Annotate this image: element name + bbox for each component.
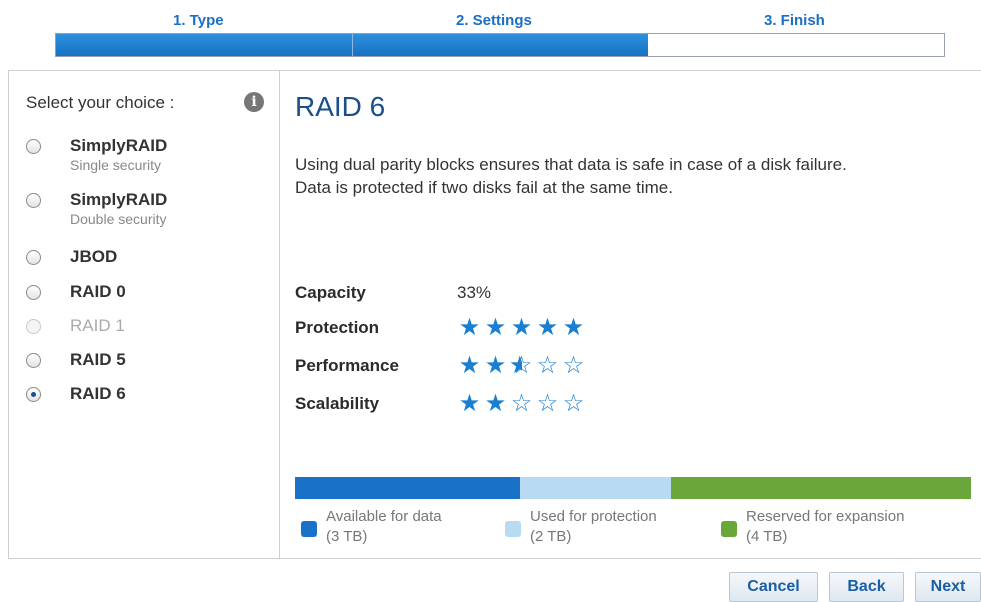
description-line-1: Using dual parity blocks ensures that da… [295, 155, 847, 174]
select-choice-label: Select your choice : [26, 93, 175, 112]
radio-button[interactable] [26, 139, 41, 154]
raid-title: RAID 6 [295, 91, 386, 122]
option-jbod[interactable]: JBOD [26, 247, 266, 278]
progress-divider [352, 34, 353, 56]
option-label: SimplyRAID [70, 190, 168, 209]
raid-choice-sidebar: Select your choice : i SimplyRAID Single… [9, 71, 280, 558]
option-raid-5[interactable]: RAID 5 [26, 350, 266, 381]
radio-button[interactable] [26, 193, 41, 208]
wizard-progress-bar [55, 33, 945, 57]
back-button[interactable]: Back [829, 572, 904, 602]
star-full-icon: ★ [484, 352, 508, 379]
cancel-button[interactable]: Cancel [729, 572, 818, 602]
capacity-value: 33% [457, 283, 492, 302]
star-empty-icon: ☆ [536, 352, 560, 379]
option-simplyraid-single[interactable]: SimplyRAID Single security [26, 136, 266, 173]
star-empty-icon: ☆ [562, 390, 586, 417]
next-button[interactable]: Next [915, 572, 981, 602]
star-full-icon: ★ [458, 390, 482, 417]
performance-rating: ★ ★ ☆ ★ ☆ ☆ [457, 354, 587, 378]
legend-available-label: Available for data [326, 508, 442, 525]
star-full-icon: ★ [562, 314, 586, 341]
available-swatch [301, 521, 317, 537]
option-label: RAID 0 [70, 282, 126, 301]
radio-button [26, 319, 41, 334]
star-full-icon: ★ [484, 314, 508, 341]
option-sublabel: Single security [70, 157, 162, 173]
reserved-segment [670, 477, 971, 499]
radio-button[interactable] [26, 285, 41, 300]
scalability-label: Scalability [295, 394, 380, 413]
legend-reserved-label: Reserved for expansion [746, 508, 905, 525]
option-raid-1: RAID 1 [26, 316, 266, 347]
star-full-icon: ★ [458, 352, 482, 379]
available-segment [295, 477, 521, 499]
protection-label: Protection [295, 318, 380, 337]
raid-description: Using dual parity blocks ensures that da… [295, 153, 945, 199]
radio-button[interactable] [26, 250, 41, 265]
star-empty-icon: ☆ [536, 390, 560, 417]
option-label: JBOD [70, 247, 118, 266]
option-label: RAID 1 [70, 316, 125, 335]
legend-available-size: (3 TB) [326, 528, 368, 545]
legend-protection-label: Used for protection [530, 508, 657, 525]
legend-protection-size: (2 TB) [530, 528, 572, 545]
radio-button[interactable] [26, 353, 41, 368]
step-type-label: 1. Type [173, 12, 224, 29]
scalability-rating: ★ ★ ☆ ☆ ☆ [457, 392, 587, 416]
star-empty-icon: ☆ [510, 390, 534, 417]
raid-detail-pane: RAID 6 Using dual parity blocks ensures … [280, 71, 980, 558]
storage-legend: Available for data (3 TB) Used for prote… [295, 507, 971, 552]
option-sublabel: Double security [70, 211, 167, 227]
star-full-icon: ★ [536, 314, 560, 341]
capacity-label: Capacity [295, 283, 366, 302]
protection-rating: ★ ★ ★ ★ ★ [457, 316, 587, 340]
star-half-icon: ☆ ★ [509, 352, 534, 379]
storage-allocation-bar [295, 477, 971, 499]
option-raid-6[interactable]: RAID 6 [26, 384, 266, 415]
legend-reserved-size: (4 TB) [746, 528, 788, 545]
reserved-swatch [721, 521, 737, 537]
option-raid-0[interactable]: RAID 0 [26, 282, 266, 313]
step-finish-label: 3. Finish [764, 12, 825, 29]
option-simplyraid-double[interactable]: SimplyRAID Double security [26, 190, 266, 227]
option-label: SimplyRAID [70, 136, 168, 155]
star-half-fill: ★ [509, 354, 522, 378]
star-full-icon: ★ [510, 314, 534, 341]
option-label: RAID 5 [70, 350, 126, 369]
star-full-icon: ★ [458, 314, 482, 341]
protection-segment [520, 477, 671, 499]
step-settings-label: 2. Settings [456, 12, 532, 29]
raid-config-panel: Select your choice : i SimplyRAID Single… [8, 70, 981, 559]
description-line-2: Data is protected if two disks fail at t… [295, 178, 673, 197]
option-label: RAID 6 [70, 384, 126, 403]
info-icon[interactable]: i [244, 92, 264, 112]
wizard-steps: 1. Type 2. Settings 3. Finish [0, 0, 981, 70]
protection-swatch [505, 521, 521, 537]
star-empty-icon: ☆ [562, 352, 586, 379]
radio-button[interactable] [26, 387, 41, 402]
star-full-icon: ★ [484, 390, 508, 417]
performance-label: Performance [295, 356, 399, 375]
